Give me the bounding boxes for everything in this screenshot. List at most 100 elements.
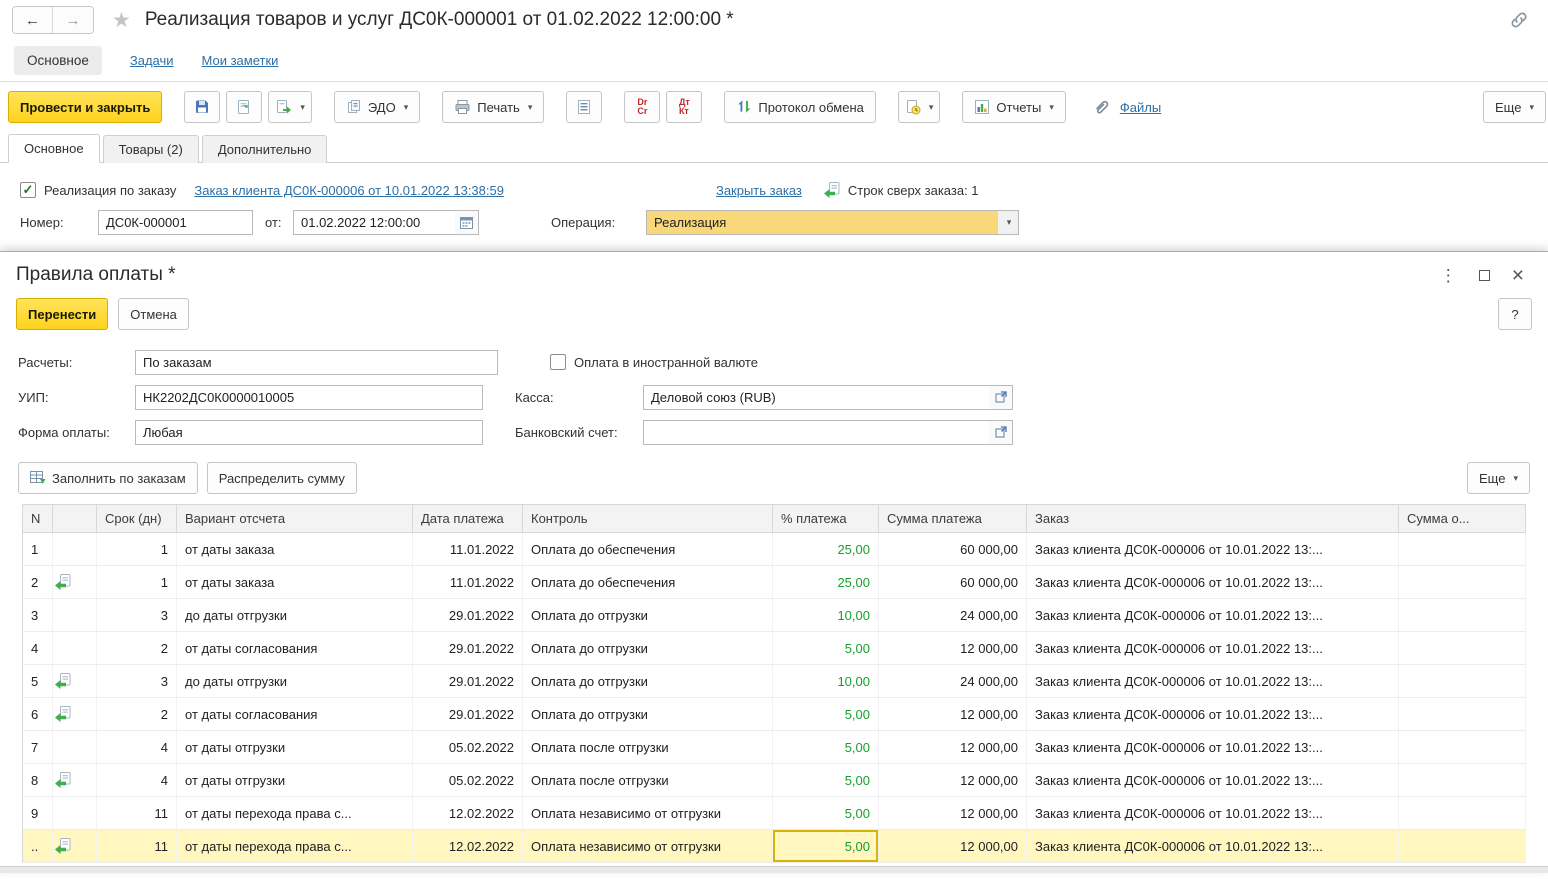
column-header[interactable]: Сумма платежа	[879, 505, 1027, 533]
amount-total-cell[interactable]	[1399, 797, 1526, 830]
amount-total-cell[interactable]	[1399, 566, 1526, 599]
order-link[interactable]: Заказ клиента ДС0К-000006 от 10.01.2022 …	[194, 183, 504, 198]
count-variant-cell[interactable]: от даты перехода права с...	[177, 797, 413, 830]
control-cell[interactable]: Оплата до отгрузки	[523, 698, 773, 731]
payment-percent-cell[interactable]: 5,00	[773, 764, 879, 797]
dialog-menu-icon[interactable]: ⋮	[1440, 267, 1457, 284]
term-days-cell[interactable]: 2	[97, 698, 177, 731]
back-button[interactable]: ←	[13, 7, 53, 33]
control-cell[interactable]: Оплата до обеспечения	[523, 533, 773, 566]
payment-amount-cell[interactable]: 12 000,00	[879, 797, 1027, 830]
row-marker-cell[interactable]	[53, 533, 97, 566]
row-marker-cell[interactable]	[53, 566, 97, 599]
operation-dropdown-button[interactable]: ▾	[998, 210, 1019, 235]
order-cell[interactable]: Заказ клиента ДС0К-000006 от 10.01.2022 …	[1027, 698, 1399, 731]
payment-date-cell[interactable]: 29.01.2022	[413, 698, 523, 731]
table-more-button[interactable]: Еще ▾	[1467, 462, 1530, 494]
payment-row[interactable]: 42от даты согласования29.01.2022Оплата д…	[23, 632, 1526, 665]
order-cell[interactable]: Заказ клиента ДС0К-000006 от 10.01.2022 …	[1027, 830, 1399, 863]
payment-date-cell[interactable]: 05.02.2022	[413, 731, 523, 764]
order-cell[interactable]: Заказ клиента ДС0К-000006 от 10.01.2022 …	[1027, 797, 1399, 830]
tab-extra[interactable]: Дополнительно	[202, 135, 328, 163]
count-variant-cell[interactable]: от даты заказа	[177, 566, 413, 599]
control-cell[interactable]: Оплата до обеспечения	[523, 566, 773, 599]
payment-percent-cell[interactable]: 10,00	[773, 665, 879, 698]
payment-amount-cell[interactable]: 12 000,00	[879, 698, 1027, 731]
favorite-star-icon[interactable]: ★	[112, 8, 131, 33]
payment-date-cell[interactable]: 12.02.2022	[413, 830, 523, 863]
date-input[interactable]	[293, 210, 455, 235]
payment-row[interactable]: 84от даты отгрузки05.02.2022Оплата после…	[23, 764, 1526, 797]
payment-date-cell[interactable]: 05.02.2022	[413, 764, 523, 797]
row-number-cell[interactable]: 9	[23, 797, 53, 830]
drcr-button[interactable]: DrCr	[624, 91, 660, 123]
dialog-close-icon[interactable]: ×	[1512, 265, 1524, 286]
row-number-cell[interactable]: 7	[23, 731, 53, 764]
files-link[interactable]: Файлы	[1120, 100, 1161, 115]
term-days-cell[interactable]: 3	[97, 599, 177, 632]
row-marker-cell[interactable]	[53, 764, 97, 797]
payment-date-cell[interactable]: 11.01.2022	[413, 533, 523, 566]
payment-date-cell[interactable]: 29.01.2022	[413, 665, 523, 698]
column-header[interactable]: Вариант отсчета	[177, 505, 413, 533]
payment-row[interactable]: 33до даты отгрузки29.01.2022Оплата до от…	[23, 599, 1526, 632]
payment-amount-cell[interactable]: 24 000,00	[879, 599, 1027, 632]
payment-date-cell[interactable]: 12.02.2022	[413, 797, 523, 830]
payment-row[interactable]: 53до даты отгрузки29.01.2022Оплата до от…	[23, 665, 1526, 698]
transfer-button[interactable]: Перенести	[16, 298, 108, 330]
count-variant-cell[interactable]: от даты отгрузки	[177, 731, 413, 764]
term-days-cell[interactable]: 4	[97, 764, 177, 797]
link-copy-icon[interactable]	[1508, 9, 1530, 31]
amount-total-cell[interactable]	[1399, 698, 1526, 731]
operation-input[interactable]	[646, 210, 998, 235]
cash-open-button[interactable]	[989, 385, 1013, 410]
term-days-cell[interactable]: 3	[97, 665, 177, 698]
row-number-cell[interactable]: 1	[23, 533, 53, 566]
order-cell[interactable]: Заказ клиента ДС0К-000006 от 10.01.2022 …	[1027, 566, 1399, 599]
tab-main[interactable]: Основное	[8, 134, 100, 163]
column-header[interactable]: Заказ	[1027, 505, 1399, 533]
payment-row[interactable]: 62от даты согласования29.01.2022Оплата д…	[23, 698, 1526, 731]
count-variant-cell[interactable]: от даты перехода права с...	[177, 830, 413, 863]
uip-input[interactable]	[135, 385, 483, 410]
post-button[interactable]	[226, 91, 262, 123]
order-cell[interactable]: Заказ клиента ДС0К-000006 от 10.01.2022 …	[1027, 731, 1399, 764]
amount-total-cell[interactable]	[1399, 632, 1526, 665]
order-cell[interactable]: Заказ клиента ДС0К-000006 от 10.01.2022 …	[1027, 599, 1399, 632]
payment-percent-cell[interactable]: 25,00	[773, 533, 879, 566]
row-marker-cell[interactable]	[53, 599, 97, 632]
payment-amount-cell[interactable]: 12 000,00	[879, 830, 1027, 863]
bank-account-open-button[interactable]	[989, 420, 1013, 445]
foreign-currency-checkbox[interactable]	[550, 354, 566, 370]
tab-goods[interactable]: Товары (2)	[103, 135, 199, 163]
payment-percent-cell[interactable]: 25,00	[773, 566, 879, 599]
control-cell[interactable]: Оплата до отгрузки	[523, 665, 773, 698]
fill-by-orders-button[interactable]: Заполнить по заказам	[18, 462, 198, 494]
order-cell[interactable]: Заказ клиента ДС0К-000006 от 10.01.2022 …	[1027, 533, 1399, 566]
control-cell[interactable]: Оплата после отгрузки	[523, 731, 773, 764]
payment-date-cell[interactable]: 29.01.2022	[413, 632, 523, 665]
control-cell[interactable]: Оплата до отгрузки	[523, 599, 773, 632]
payment-percent-cell[interactable]: 5,00	[773, 731, 879, 764]
distribute-sum-button[interactable]: Распределить сумму	[207, 462, 357, 494]
count-variant-cell[interactable]: до даты отгрузки	[177, 599, 413, 632]
toolbar-more-button[interactable]: Еще ▾	[1483, 91, 1546, 123]
payment-date-cell[interactable]: 11.01.2022	[413, 566, 523, 599]
payment-amount-cell[interactable]: 60 000,00	[879, 533, 1027, 566]
row-number-cell[interactable]: 6	[23, 698, 53, 731]
order-cell[interactable]: Заказ клиента ДС0К-000006 от 10.01.2022 …	[1027, 764, 1399, 797]
paperclip-icon[interactable]	[1092, 98, 1110, 116]
edo-button[interactable]: ЭДО ▾	[334, 91, 420, 123]
column-header[interactable]: N	[23, 505, 53, 533]
payment-amount-cell[interactable]: 60 000,00	[879, 566, 1027, 599]
row-number-cell[interactable]: 2	[23, 566, 53, 599]
help-button[interactable]: ?	[1498, 298, 1532, 330]
order-cell[interactable]: Заказ клиента ДС0К-000006 от 10.01.2022 …	[1027, 632, 1399, 665]
payment-amount-cell[interactable]: 12 000,00	[879, 731, 1027, 764]
payment-row[interactable]: ..11от даты перехода права с...12.02.202…	[23, 830, 1526, 863]
payment-row[interactable]: 21от даты заказа11.01.2022Оплата до обес…	[23, 566, 1526, 599]
row-number-cell[interactable]: 4	[23, 632, 53, 665]
term-days-cell[interactable]: 11	[97, 797, 177, 830]
row-marker-cell[interactable]	[53, 731, 97, 764]
horizontal-scrollbar[interactable]	[0, 866, 1548, 873]
